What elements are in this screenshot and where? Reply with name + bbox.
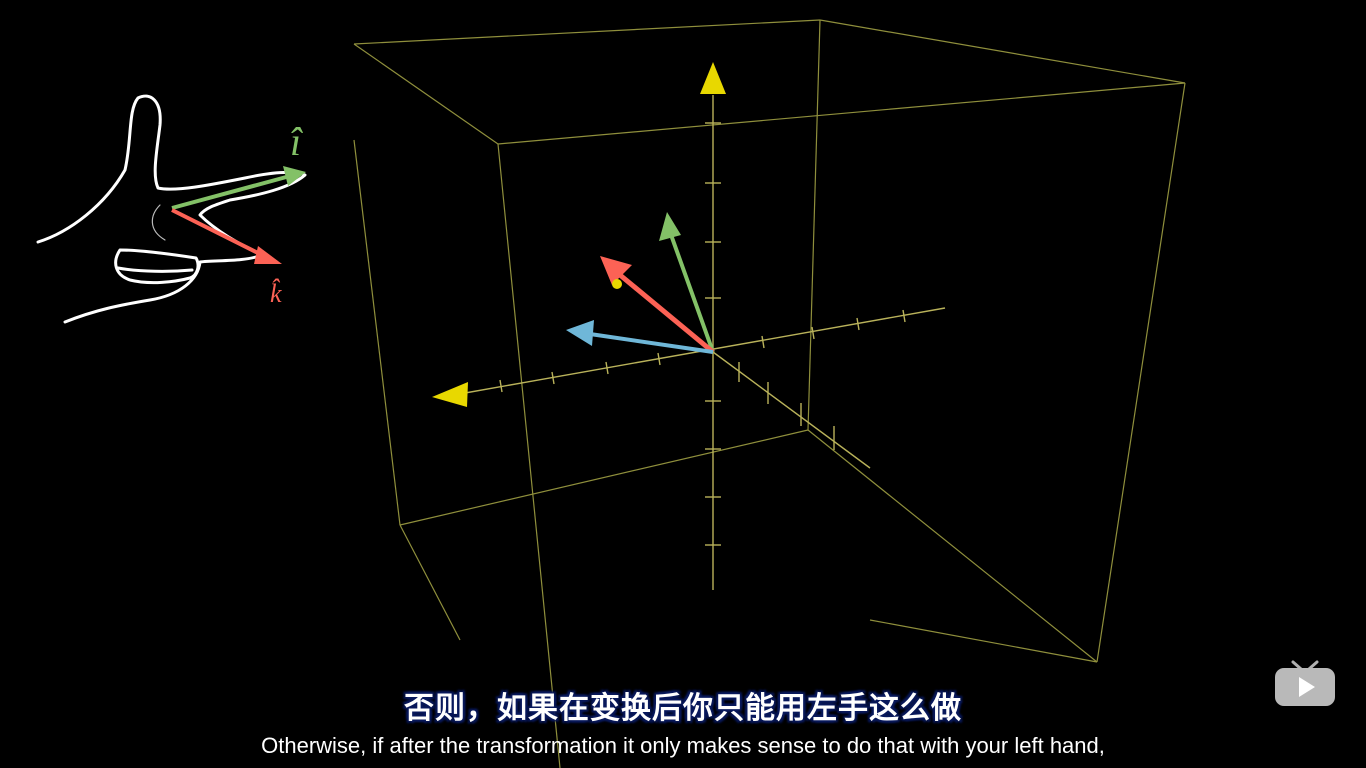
k-hat-arrowhead xyxy=(566,320,594,346)
k-hat-label: k̂ xyxy=(270,279,282,308)
x-axis-tip xyxy=(432,382,468,407)
subtitle-chinese: 否则，如果在变换后你只能用左手这么做 xyxy=(404,691,962,726)
z-axis-tip xyxy=(700,62,726,94)
hand-outline xyxy=(36,94,307,324)
hand-finger-curl xyxy=(114,248,200,285)
subtitle-english: Otherwise, if after the transformation i… xyxy=(261,733,1105,758)
3d-scene: î k̂ xyxy=(36,19,1186,768)
y-axis xyxy=(712,351,871,469)
tv-play-icon[interactable] xyxy=(1273,658,1337,710)
hand-k-arrowhead xyxy=(254,246,282,264)
hand-diagram xyxy=(36,94,307,324)
basis-vectors xyxy=(566,212,715,354)
i-hat-label: î xyxy=(290,119,303,164)
i-hat-arrowhead xyxy=(659,212,681,241)
